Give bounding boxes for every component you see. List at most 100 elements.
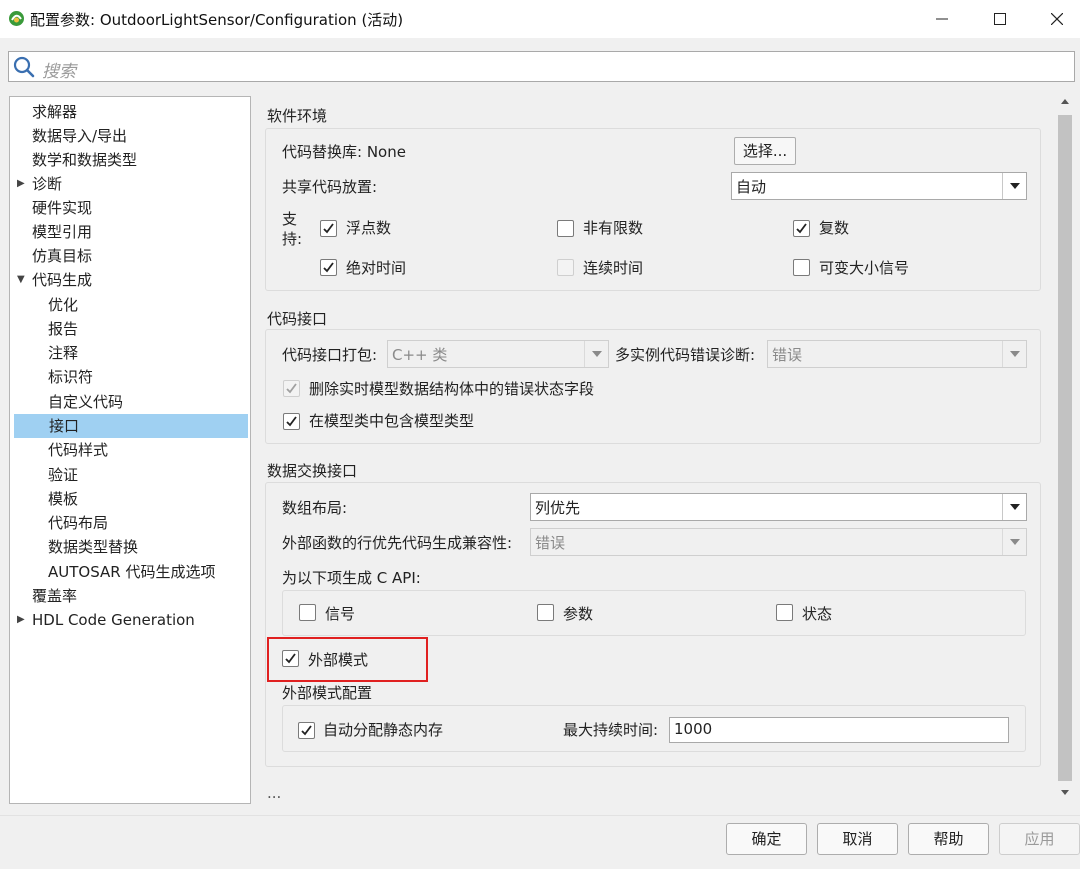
tree-item-label: 代码样式 (48, 441, 109, 459)
max-duration-input[interactable]: 1000 (669, 717, 1009, 743)
help-button[interactable]: 帮助 (908, 823, 989, 855)
dropdown-value: 列优先 (535, 499, 581, 517)
scroll-thumb[interactable] (1058, 115, 1072, 781)
remove-error-checkbox[interactable] (283, 380, 300, 397)
params-label: 参数 (563, 605, 594, 623)
dropdown-value: 错误 (772, 346, 803, 364)
tree-item-label: 数据导入/导出 (32, 127, 128, 145)
float-label: 浮点数 (346, 219, 392, 237)
category-tree[interactable]: 求解器 数据导入/导出 数学和数据类型 ▶ 诊断 硬件实现 模型引用 仿真目标 … (9, 96, 251, 804)
tree-item-label: 代码布局 (48, 514, 109, 532)
tree-item-report[interactable]: 报告 (48, 317, 78, 341)
tree-item-data-io[interactable]: 数据导入/导出 (32, 124, 127, 148)
tree-item-hardware[interactable]: 硬件实现 (32, 196, 92, 220)
multi-instance-dropdown[interactable]: 错误 (767, 340, 1027, 368)
minimize-button[interactable] (919, 0, 965, 38)
tree-item-autosar[interactable]: AUTOSAR 代码生成选项 (48, 560, 215, 584)
dropdown-arrow-icon (1002, 341, 1026, 367)
tree-item-label: 标识符 (48, 368, 94, 386)
expand-arrow-icon[interactable]: ▶ (17, 172, 27, 196)
settings-panel: 软件环境 代码替换库: None 选择... 共享代码放置: 自动 支 持: 浮… (255, 92, 1055, 806)
dropdown-value: C++ 类 (392, 346, 448, 364)
tree-item-label: AUTOSAR 代码生成选项 (48, 563, 216, 581)
tree-item-hdl-codegen[interactable]: ▶ HDL Code Generation (10, 608, 250, 632)
tree-item-label: HDL Code Generation (32, 611, 195, 629)
abstime-label: 绝对时间 (346, 259, 407, 277)
tree-item-identifiers[interactable]: 标识符 (48, 365, 93, 389)
row-major-dropdown[interactable]: 错误 (530, 528, 1027, 556)
states-label: 状态 (802, 605, 833, 623)
select-library-button[interactable]: 选择... (734, 137, 796, 165)
remove-error-label: 删除实时模型数据结构体中的错误状态字段 (309, 380, 595, 398)
abstime-checkbox[interactable] (320, 259, 337, 276)
nonfinite-label: 非有限数 (583, 219, 644, 237)
tree-item-sim-target[interactable]: 仿真目标 (32, 244, 92, 268)
tree-item-label: 模板 (48, 490, 79, 508)
tree-item-solver[interactable]: 求解器 (32, 100, 77, 124)
collapse-arrow-icon[interactable]: ▼ (17, 268, 27, 292)
include-model-types-checkbox[interactable] (283, 413, 300, 430)
title-bar: 配置参数: OutdoorLightSensor/Configuration (… (0, 0, 1080, 38)
tree-item-code-placement[interactable]: 代码布局 (48, 511, 108, 535)
float-checkbox[interactable] (320, 220, 337, 237)
tree-item-label: 数据类型替换 (48, 538, 139, 556)
search-input[interactable]: 搜索 (8, 51, 1075, 82)
tree-item-data-type-replacement[interactable]: 数据类型替换 (48, 535, 138, 559)
tree-item-label: 诊断 (32, 175, 63, 193)
tree-item-custom-code[interactable]: 自定义代码 (48, 390, 123, 414)
maximize-button[interactable] (977, 0, 1023, 38)
states-checkbox[interactable] (776, 604, 793, 621)
minimize-icon (936, 18, 948, 20)
ok-button[interactable]: 确定 (726, 823, 807, 855)
params-checkbox[interactable] (537, 604, 554, 621)
tree-item-label: 数学和数据类型 (32, 151, 138, 169)
tree-item-code-style[interactable]: 代码样式 (48, 438, 108, 462)
varsize-checkbox[interactable] (793, 259, 810, 276)
tree-item-interface[interactable]: 接口 (14, 414, 248, 438)
static-mem-checkbox[interactable] (298, 722, 315, 739)
apply-button[interactable]: 应用 (999, 823, 1080, 855)
packaging-dropdown[interactable]: C++ 类 (387, 340, 609, 368)
maximize-icon (994, 13, 1006, 25)
multi-instance-label: 多实例代码错误诊断: (615, 346, 756, 364)
scroll-down-icon[interactable] (1061, 790, 1069, 795)
expand-arrow-icon[interactable]: ▶ (17, 608, 27, 632)
dropdown-arrow-icon (1002, 173, 1026, 199)
conttime-checkbox[interactable] (557, 259, 574, 276)
array-layout-dropdown[interactable]: 列优先 (530, 493, 1027, 521)
tree-item-label: 求解器 (32, 103, 78, 121)
signals-checkbox[interactable] (299, 604, 316, 621)
signals-label: 信号 (325, 605, 356, 623)
close-icon (1051, 13, 1063, 25)
section-title-software-env: 软件环境 (267, 107, 328, 125)
close-button[interactable] (1034, 0, 1080, 38)
tree-item-verification[interactable]: 验证 (48, 463, 78, 487)
tree-item-templates[interactable]: 模板 (48, 487, 78, 511)
tree-item-math-types[interactable]: 数学和数据类型 (32, 148, 137, 172)
scroll-up-icon[interactable] (1061, 99, 1069, 104)
check-icon (286, 383, 297, 394)
tree-item-diagnostics[interactable]: ▶ 诊断 (10, 172, 250, 196)
tree-item-code-gen[interactable]: ▼ 代码生成 (10, 268, 250, 292)
conttime-label: 连续时间 (583, 259, 644, 277)
tree-item-label: 报告 (48, 320, 79, 338)
tree-item-comments[interactable]: 注释 (48, 341, 78, 365)
tree-item-model-ref[interactable]: 模型引用 (32, 220, 92, 244)
cancel-button[interactable]: 取消 (817, 823, 898, 855)
window-title: 配置参数: OutdoorLightSensor/Configuration (… (30, 11, 404, 29)
row-major-label: 外部函数的行优先代码生成兼容性: (282, 534, 513, 552)
shared-code-dropdown[interactable]: 自动 (731, 172, 1027, 200)
code-replacement-label: 代码替换库: None (282, 143, 406, 161)
vertical-scrollbar[interactable] (1055, 92, 1075, 806)
tree-item-label: 接口 (49, 417, 80, 435)
nonfinite-checkbox[interactable] (557, 220, 574, 237)
complex-checkbox[interactable] (793, 220, 810, 237)
tree-item-optimization[interactable]: 优化 (48, 293, 78, 317)
check-icon (286, 416, 297, 427)
check-icon (323, 262, 334, 273)
dropdown-arrow-icon (1002, 494, 1026, 520)
tree-item-coverage[interactable]: 覆盖率 (32, 584, 77, 608)
support-label-1: 支 (282, 210, 298, 228)
section-title-data-exchange: 数据交换接口 (267, 462, 358, 480)
tree-item-label: 硬件实现 (32, 199, 93, 217)
